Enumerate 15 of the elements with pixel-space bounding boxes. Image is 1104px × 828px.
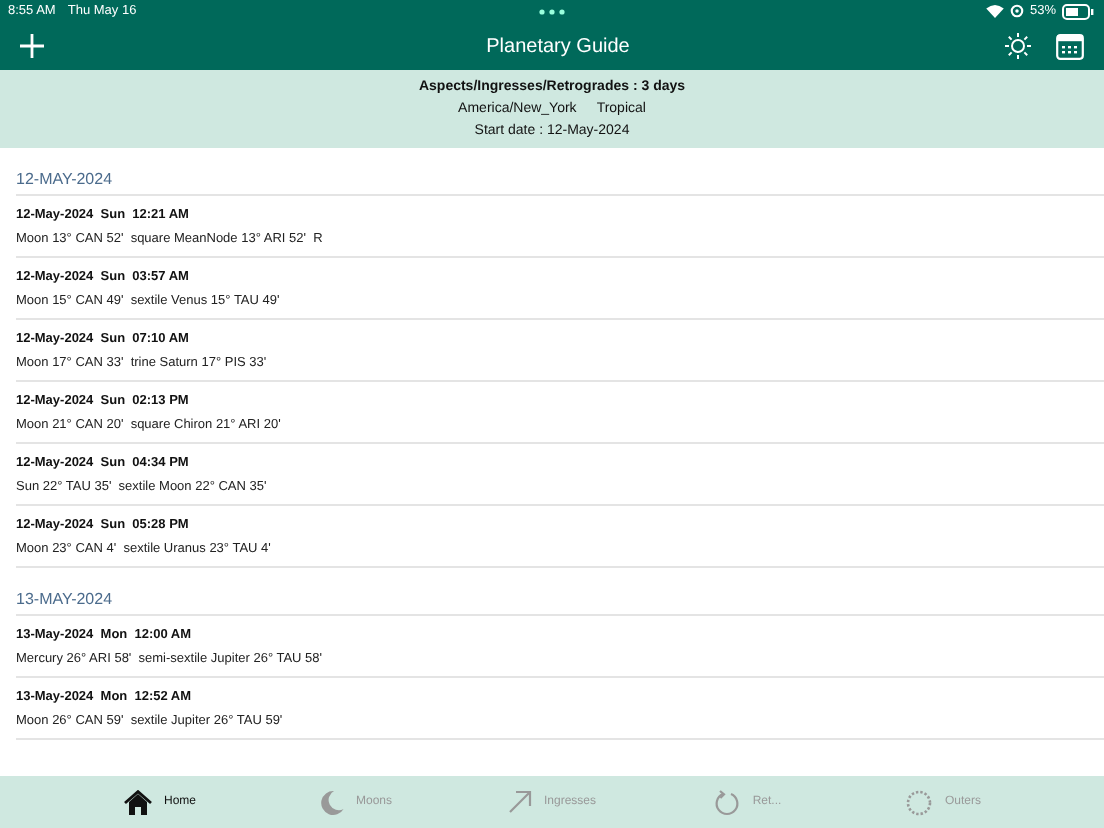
wifi-icon	[985, 4, 1004, 18]
sun-icon[interactable]	[1004, 32, 1032, 60]
add-icon[interactable]	[20, 34, 44, 58]
orientation-lock-icon	[1009, 4, 1024, 18]
house-icon	[123, 789, 152, 815]
dotted-circle-icon	[906, 789, 933, 815]
moon-icon	[319, 789, 344, 815]
date-header: 13-MAY-2024	[16, 568, 1104, 616]
date-header: 12-MAY-2024	[16, 148, 1104, 196]
arrow-icon	[507, 790, 532, 814]
multitasking-dots-icon	[538, 8, 566, 16]
calendar-icon[interactable]	[1056, 33, 1084, 59]
circular-arrow-icon	[714, 789, 741, 815]
battery-icon	[1062, 3, 1094, 19]
nav-title: Planetary Guide	[484, 35, 632, 57]
